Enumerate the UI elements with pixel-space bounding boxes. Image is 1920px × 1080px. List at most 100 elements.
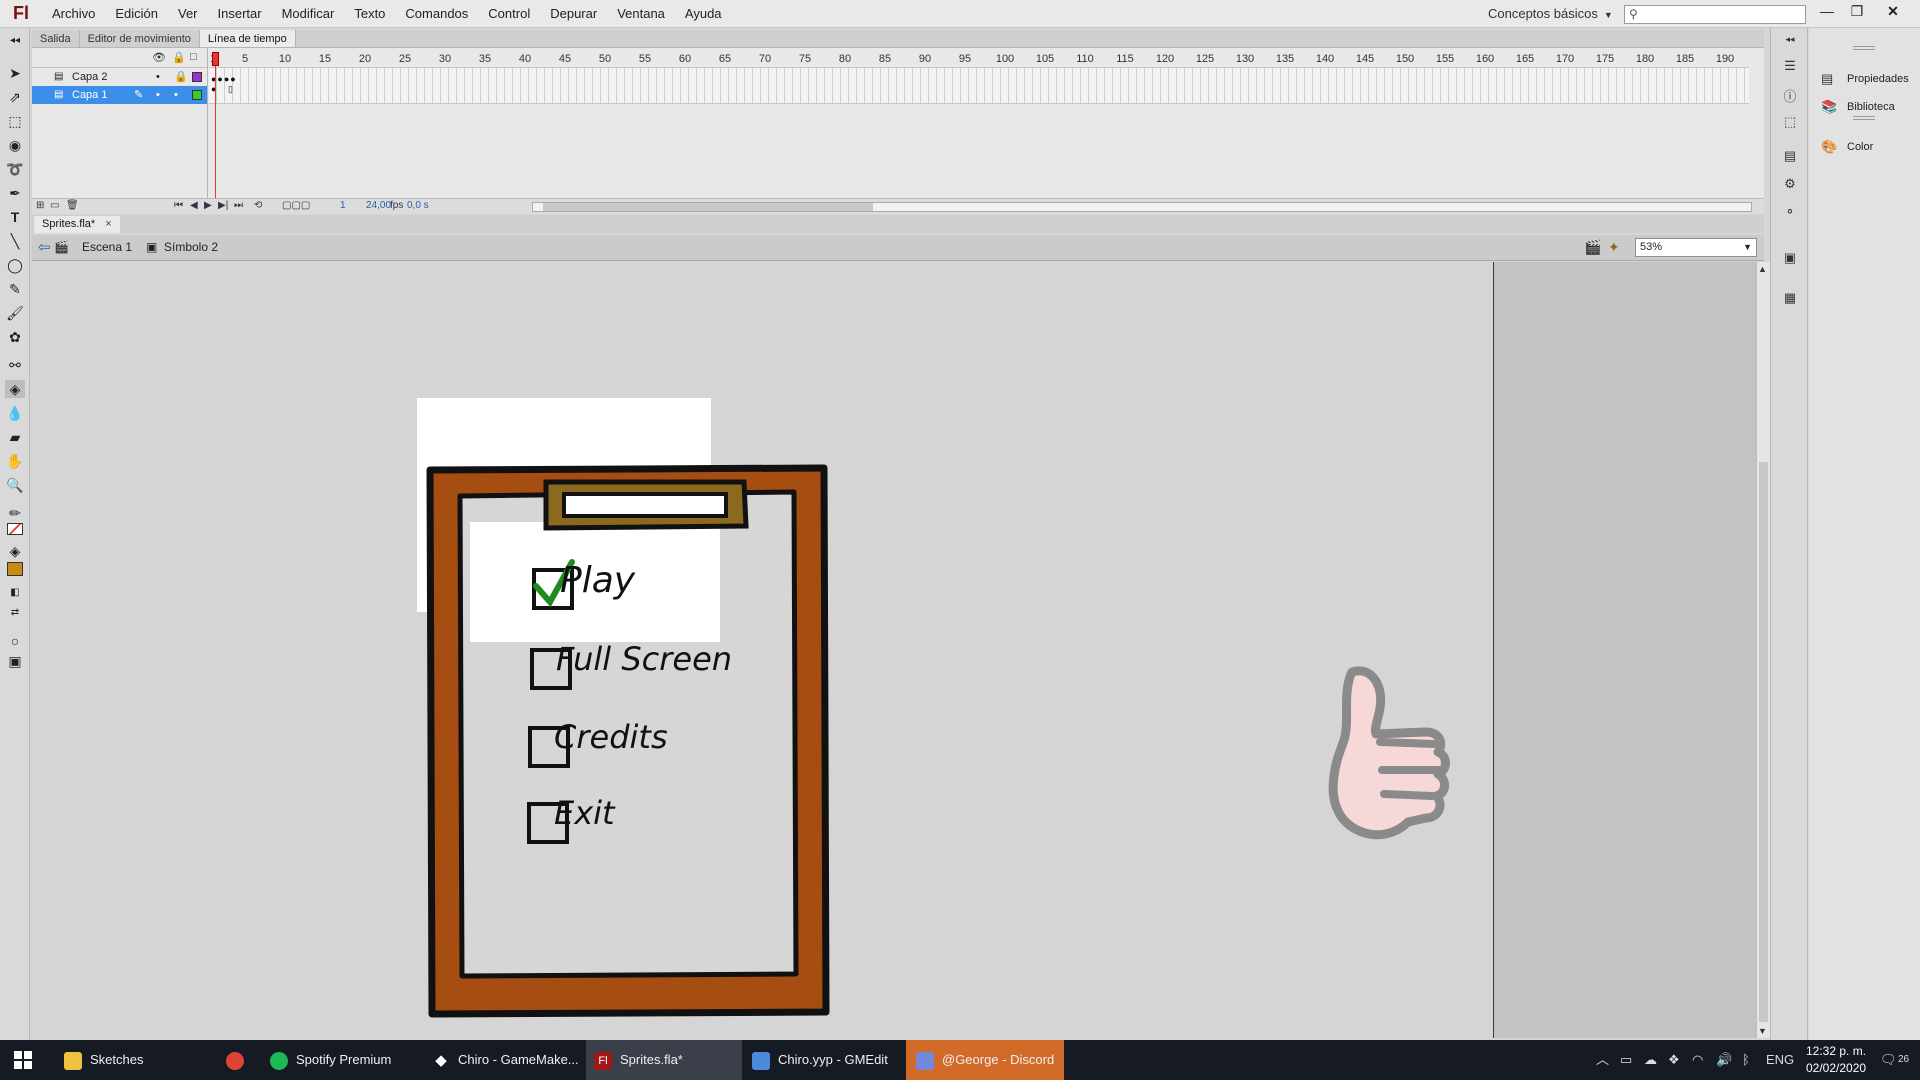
info-panel-icon[interactable]: ⓘ (1781, 86, 1799, 104)
onion-skin-icon[interactable]: ▢▢▢ (282, 200, 310, 211)
stage-vertical-scrollbar[interactable]: ▲ ▼ (1756, 262, 1770, 1038)
tray-battery-icon[interactable]: ▭ (1620, 1040, 1632, 1080)
oval-tool-icon[interactable]: ◯ (5, 256, 25, 274)
thumbs-up-graphic[interactable] (1322, 662, 1482, 882)
volume-icon[interactable]: 🔊 (1716, 1040, 1732, 1080)
menu-texto[interactable]: Texto (344, 6, 395, 21)
taskbar-item-discord[interactable]: @George - Discord (906, 1040, 1064, 1080)
lock-icon[interactable]: 🔒 (174, 68, 188, 86)
new-layer-icon[interactable]: ⊞ (36, 200, 44, 211)
menu-option-exit[interactable]: Exit (554, 794, 615, 832)
swap-colors-icon[interactable]: ⇄ (5, 604, 25, 622)
visibility-dot[interactable]: • (174, 86, 178, 104)
workspace-selector[interactable]: Conceptos básicos ▼ (1488, 6, 1613, 21)
tab-linea-tiempo[interactable]: Línea de tiempo (199, 30, 296, 47)
menu-ver[interactable]: Ver (168, 6, 208, 21)
stage-canvas[interactable]: Play Full Screen Credits Exit (32, 262, 1756, 1038)
lock-icon[interactable]: 🔒 (172, 51, 186, 64)
frame-rate[interactable]: 24,00 (366, 200, 391, 211)
transform-panel-icon[interactable]: ⬚ (1781, 114, 1799, 132)
dropbox-icon[interactable]: ❖ (1668, 1040, 1680, 1080)
edit-symbols-icon[interactable]: ✦ (1608, 239, 1620, 256)
taskbar-item-gamemaker[interactable]: ◆ Chiro - GameMake... (428, 1040, 590, 1080)
menu-option-play[interactable]: Play (560, 560, 635, 601)
scroll-thumb[interactable] (1759, 462, 1768, 1022)
menu-comandos[interactable]: Comandos (395, 6, 478, 21)
bluetooth-icon[interactable]: ᛒ (1742, 1040, 1750, 1080)
code-snippets-icon[interactable]: ▤ (1781, 148, 1799, 166)
pen-tool-icon[interactable]: ✒ (5, 184, 25, 202)
tab-editor-movimiento[interactable]: Editor de movimiento (80, 30, 200, 47)
scroll-down-icon[interactable]: ▼ (1758, 1026, 1767, 1036)
close-window-button[interactable]: ✕ (1878, 0, 1908, 26)
collapse-icon[interactable]: ◂◂ (1781, 34, 1799, 52)
motion-presets-icon[interactable]: ⚬ (1781, 204, 1799, 222)
free-transform-tool-icon[interactable]: ⬚ (5, 112, 25, 130)
close-icon[interactable]: × (105, 218, 111, 230)
layer-row[interactable]: ▤ Capa 2 • 🔒 (32, 68, 207, 86)
deco-tool-icon[interactable]: ✿ (5, 328, 25, 346)
play-icon[interactable]: ▶ (204, 200, 212, 211)
eye-icon[interactable]: 👁 (152, 51, 166, 64)
visibility-dot[interactable]: • (156, 86, 160, 104)
collapse-icon[interactable]: ◂◂ (5, 32, 25, 50)
layer-color-swatch[interactable] (192, 72, 202, 82)
line-tool-icon[interactable]: ╲ (5, 232, 25, 250)
onedrive-icon[interactable]: ☁ (1644, 1040, 1657, 1080)
stroke-color-swatch[interactable] (5, 520, 25, 538)
wifi-icon[interactable]: ◠ (1692, 1040, 1703, 1080)
fill-color-swatch[interactable] (5, 560, 25, 578)
menu-modificar[interactable]: Modificar (272, 6, 345, 21)
lasso-tool-icon[interactable]: ➰ (5, 160, 25, 178)
outline-icon[interactable]: □ (190, 51, 197, 63)
menu-edicion[interactable]: Edición (105, 6, 168, 21)
notifications-icon[interactable]: 🗨 (1880, 1040, 1897, 1080)
prev-frame-icon[interactable]: ◀ (190, 200, 198, 211)
menu-control[interactable]: Control (478, 6, 540, 21)
center-frame-icon[interactable]: ⟲ (254, 200, 262, 211)
frames-area[interactable]: 1510152025303540455055606570758085909510… (209, 48, 1749, 198)
menu-option-full-screen[interactable]: Full Screen (556, 640, 732, 678)
breadcrumb-symbol[interactable]: Símbolo 2 (164, 240, 218, 254)
windows-start-icon[interactable] (14, 1051, 32, 1069)
language-indicator[interactable]: ENG (1766, 1040, 1794, 1080)
layer-color-swatch[interactable] (192, 90, 202, 100)
first-frame-icon[interactable]: ⏮ (174, 200, 183, 211)
paint-bucket-tool-icon[interactable]: ◈ (5, 380, 25, 398)
frame-grid[interactable] (209, 68, 1749, 104)
back-arrow-icon[interactable]: ⇦ (38, 238, 51, 256)
minimize-button[interactable]: — (1812, 0, 1842, 26)
breadcrumb-scene[interactable]: Escena 1 (82, 240, 132, 254)
taskbar-item-flash[interactable]: Fl Sprites.fla* (586, 1040, 742, 1080)
restore-button[interactable]: ❐ (1842, 0, 1872, 26)
panel-color[interactable]: 🎨 Color (1809, 134, 1920, 160)
panel-grip[interactable] (1853, 46, 1875, 50)
brush-tool-icon[interactable]: 🖌 (5, 304, 25, 322)
taskbar-item-chrome[interactable] (222, 1040, 266, 1080)
swatches-panel-icon[interactable]: ▦ (1781, 290, 1799, 308)
snap-icon[interactable]: ▣ (5, 652, 25, 670)
history-panel-icon[interactable]: ▣ (1781, 250, 1799, 268)
3d-rotation-tool-icon[interactable]: ◉ (5, 136, 25, 154)
taskbar-item-spotify[interactable]: Spotify Premium (266, 1040, 426, 1080)
menu-archivo[interactable]: Archivo (42, 6, 105, 21)
menu-depurar[interactable]: Depurar (540, 6, 607, 21)
visibility-dot[interactable]: • (156, 68, 160, 86)
taskbar-item-gmedit[interactable]: Chiro.yyp - GMEdit (744, 1040, 904, 1080)
tray-expand-icon[interactable]: ︿ (1596, 1040, 1609, 1080)
layer-row[interactable]: ▤ Capa 1 ✎ • • (32, 86, 207, 104)
last-frame-icon[interactable]: ⏭ (234, 200, 243, 211)
help-search-input[interactable]: ⚲ (1624, 5, 1806, 24)
menu-ayuda[interactable]: Ayuda (675, 6, 732, 21)
edit-scene-icon[interactable]: 🎬 (1584, 239, 1601, 256)
text-tool-icon[interactable]: T (5, 208, 25, 226)
object-drawing-icon[interactable]: ○ (5, 632, 25, 650)
menu-insertar[interactable]: Insertar (208, 6, 272, 21)
hand-tool-icon[interactable]: ✋ (5, 452, 25, 470)
selection-tool-icon[interactable]: ➤ (5, 64, 25, 82)
document-tab[interactable]: Sprites.fla* × (34, 216, 120, 233)
components-icon[interactable]: ⚙ (1781, 176, 1799, 194)
next-frame-icon[interactable]: ▶| (218, 200, 228, 211)
timeline-scrollbar[interactable] (532, 202, 1752, 212)
panel-propiedades[interactable]: ▤ Propiedades (1809, 66, 1920, 92)
